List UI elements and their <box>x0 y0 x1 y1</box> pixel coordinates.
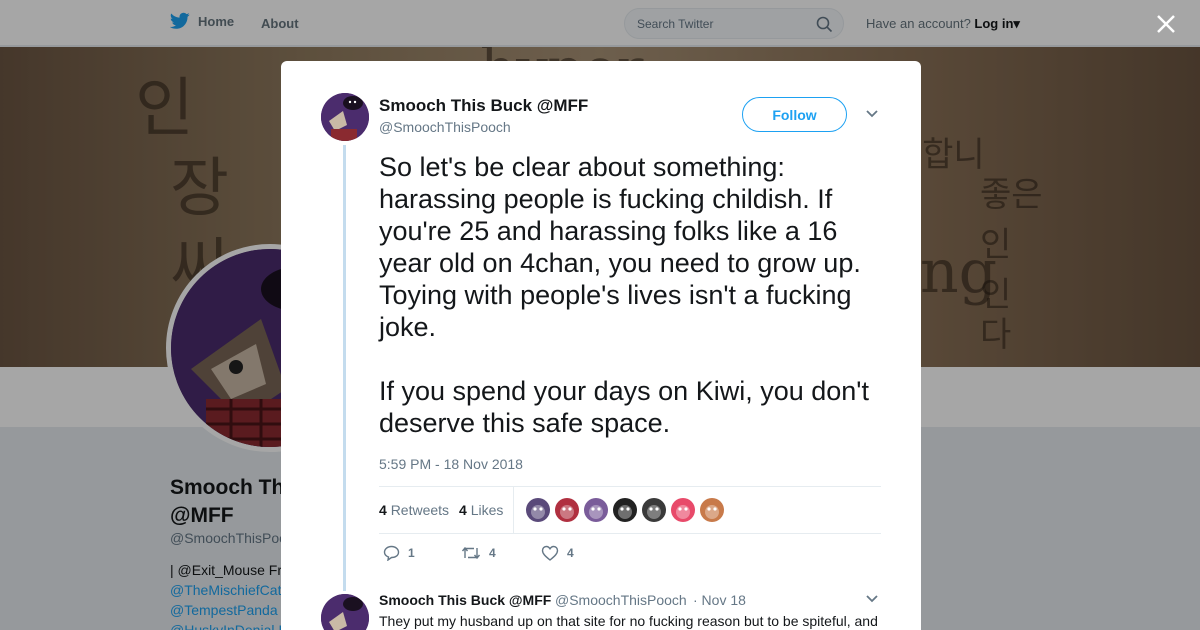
liker-avatar[interactable] <box>555 498 579 522</box>
reply-action[interactable]: 1 <box>383 545 415 561</box>
heart-icon <box>541 545 559 561</box>
author-handle[interactable]: @SmoochThisPooch <box>379 119 511 135</box>
tweet-stats: 4 Retweets 4 Likes <box>379 486 881 534</box>
tweet-modal: Smooch This Buck @MFF @SmoochThisPooch F… <box>281 61 921 630</box>
close-icon[interactable] <box>1152 10 1180 38</box>
reply-date[interactable]: · Nov 18 <box>693 592 746 608</box>
author-name[interactable]: Smooch This Buck @MFF <box>379 96 588 116</box>
tweet-timestamp[interactable]: 5:59 PM - 18 Nov 2018 <box>379 456 523 472</box>
chevron-down-icon[interactable] <box>865 109 879 119</box>
reply-icon <box>383 545 400 561</box>
chevron-down-icon[interactable] <box>865 594 879 604</box>
liker-avatar[interactable] <box>613 498 637 522</box>
follow-button[interactable]: Follow <box>742 97 847 132</box>
liker-avatar[interactable] <box>700 498 724 522</box>
reply-author-handle[interactable]: @SmoochThisPooch <box>555 592 687 608</box>
like-stat[interactable]: 4 Likes <box>459 502 503 518</box>
retweet-stat[interactable]: 4 Retweets <box>379 502 449 518</box>
liker-avatar[interactable] <box>526 498 550 522</box>
reply-author-avatar[interactable] <box>321 594 369 630</box>
author-avatar[interactable] <box>321 93 369 141</box>
reply-text: They put my husband up on that site for … <box>379 613 878 629</box>
liker-avatar[interactable] <box>642 498 666 522</box>
liker-avatar[interactable] <box>584 498 608 522</box>
retweet-action[interactable]: 4 <box>461 545 496 561</box>
thread-line <box>343 145 346 591</box>
stats-divider <box>513 487 514 533</box>
retweet-icon <box>461 546 481 560</box>
reply-author-name[interactable]: Smooch This Buck @MFF <box>379 592 551 608</box>
tweet-actions: 1 4 4 <box>379 543 679 567</box>
tweet-text: So let's be clear about something: haras… <box>379 152 869 438</box>
liker-avatar[interactable] <box>671 498 695 522</box>
like-action[interactable]: 4 <box>541 545 574 561</box>
